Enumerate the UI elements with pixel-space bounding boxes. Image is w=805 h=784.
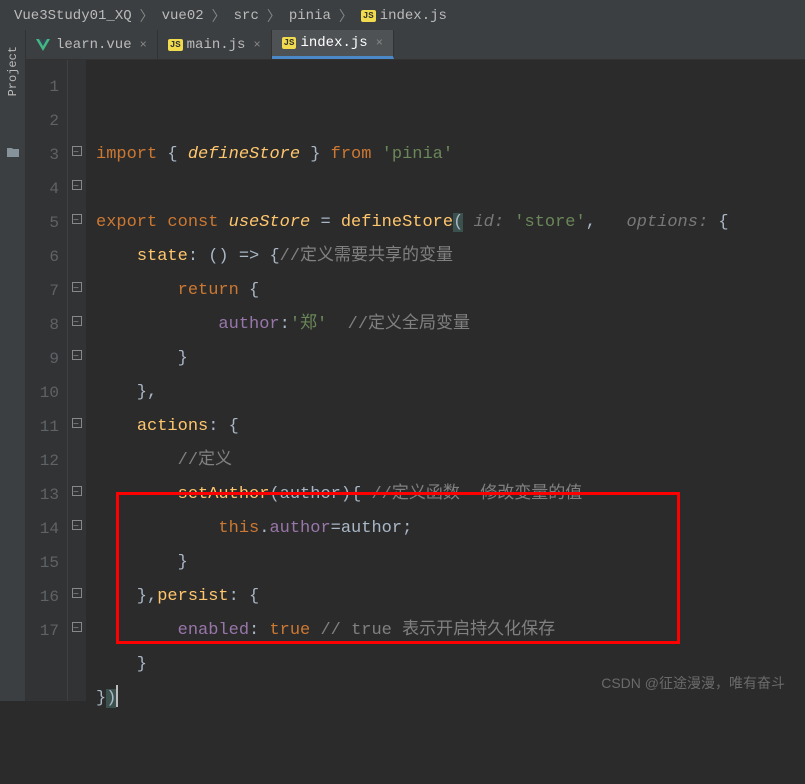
line-number: 1: [26, 70, 59, 104]
fold-gutter: [68, 60, 86, 701]
code-line[interactable]: //定义: [96, 444, 805, 478]
tab-label: main.js: [187, 37, 246, 53]
fold-marker[interactable]: [68, 410, 86, 444]
chevron-right-icon: 〉: [140, 6, 154, 26]
code-editor[interactable]: 1234567891011121314151617 import { defin…: [26, 60, 805, 701]
line-number: 15: [26, 546, 59, 580]
fold-marker[interactable]: [68, 342, 86, 376]
breadcrumb-item[interactable]: pinia: [289, 8, 331, 24]
code-line[interactable]: }: [96, 342, 805, 376]
project-sidebar[interactable]: Project: [0, 30, 26, 701]
js-file-icon: JS: [168, 39, 183, 51]
fold-marker[interactable]: [68, 478, 86, 512]
breadcrumb: Vue3Study01_XQ 〉 vue02 〉 src 〉 pinia 〉 J…: [0, 0, 805, 33]
line-number: 6: [26, 240, 59, 274]
breadcrumb-item[interactable]: src: [234, 8, 259, 24]
watermark: CSDN @征途漫漫，唯有奋斗: [601, 673, 785, 693]
line-number: 9: [26, 342, 59, 376]
vue-icon: [36, 39, 50, 51]
fold-marker[interactable]: [68, 512, 86, 546]
editor-tabs: learn.vue × JS main.js × JS index.js ×: [26, 30, 805, 60]
line-number: 4: [26, 172, 59, 206]
js-file-icon: JS: [282, 37, 297, 49]
chevron-right-icon: 〉: [212, 6, 226, 26]
line-number: 13: [26, 478, 59, 512]
close-icon[interactable]: ×: [376, 36, 383, 50]
code-line[interactable]: [96, 172, 805, 206]
fold-marker[interactable]: [68, 206, 86, 240]
tab-label: learn.vue: [56, 37, 132, 53]
code-line[interactable]: this.author=author;: [96, 512, 805, 546]
breadcrumb-item[interactable]: index.js: [380, 8, 447, 24]
fold-marker[interactable]: [68, 138, 86, 172]
line-number: 7: [26, 274, 59, 308]
breadcrumb-item[interactable]: Vue3Study01_XQ: [14, 8, 132, 24]
fold-marker[interactable]: [68, 614, 86, 648]
folder-icon: [6, 146, 20, 158]
line-number: 10: [26, 376, 59, 410]
tab-label: index.js: [300, 35, 367, 51]
code-line[interactable]: import { defineStore } from 'pinia': [96, 138, 805, 172]
code-line[interactable]: return {: [96, 274, 805, 308]
caret: [116, 685, 118, 707]
code-area[interactable]: import { defineStore } from 'pinia' expor…: [86, 60, 805, 701]
code-line[interactable]: actions: {: [96, 410, 805, 444]
line-number: 12: [26, 444, 59, 478]
code-line[interactable]: }: [96, 546, 805, 580]
line-number: 11: [26, 410, 59, 444]
project-tab-label[interactable]: Project: [6, 46, 20, 96]
fold-marker[interactable]: [68, 274, 86, 308]
code-line[interactable]: },persist: {: [96, 580, 805, 614]
breadcrumb-item[interactable]: vue02: [162, 8, 204, 24]
code-line[interactable]: enabled: true // true 表示开启持久化保存: [96, 614, 805, 648]
line-number: 5: [26, 206, 59, 240]
fold-marker[interactable]: [68, 172, 86, 206]
line-number: 16: [26, 580, 59, 614]
line-number-gutter: 1234567891011121314151617: [26, 60, 68, 701]
tab-index-js[interactable]: JS index.js ×: [272, 30, 394, 59]
line-number: 2: [26, 104, 59, 138]
line-number: 3: [26, 138, 59, 172]
tab-learn-vue[interactable]: learn.vue ×: [26, 30, 158, 59]
chevron-right-icon: 〉: [339, 6, 353, 26]
line-number: 17: [26, 614, 59, 648]
code-line[interactable]: setAuthor(author){ //定义函数 修改变量的值: [96, 478, 805, 512]
line-number: 8: [26, 308, 59, 342]
code-line[interactable]: state: () => {//定义需要共享的变量: [96, 240, 805, 274]
js-file-icon: JS: [361, 10, 376, 22]
code-line[interactable]: author:'郑' //定义全局变量: [96, 308, 805, 342]
line-number: 14: [26, 512, 59, 546]
code-line[interactable]: export const useStore = defineStore( id:…: [96, 206, 805, 240]
close-icon[interactable]: ×: [253, 38, 260, 52]
close-icon[interactable]: ×: [140, 38, 147, 52]
fold-marker[interactable]: [68, 308, 86, 342]
chevron-right-icon: 〉: [267, 6, 281, 26]
tab-main-js[interactable]: JS main.js ×: [158, 30, 272, 59]
code-line[interactable]: },: [96, 376, 805, 410]
fold-marker[interactable]: [68, 580, 86, 614]
